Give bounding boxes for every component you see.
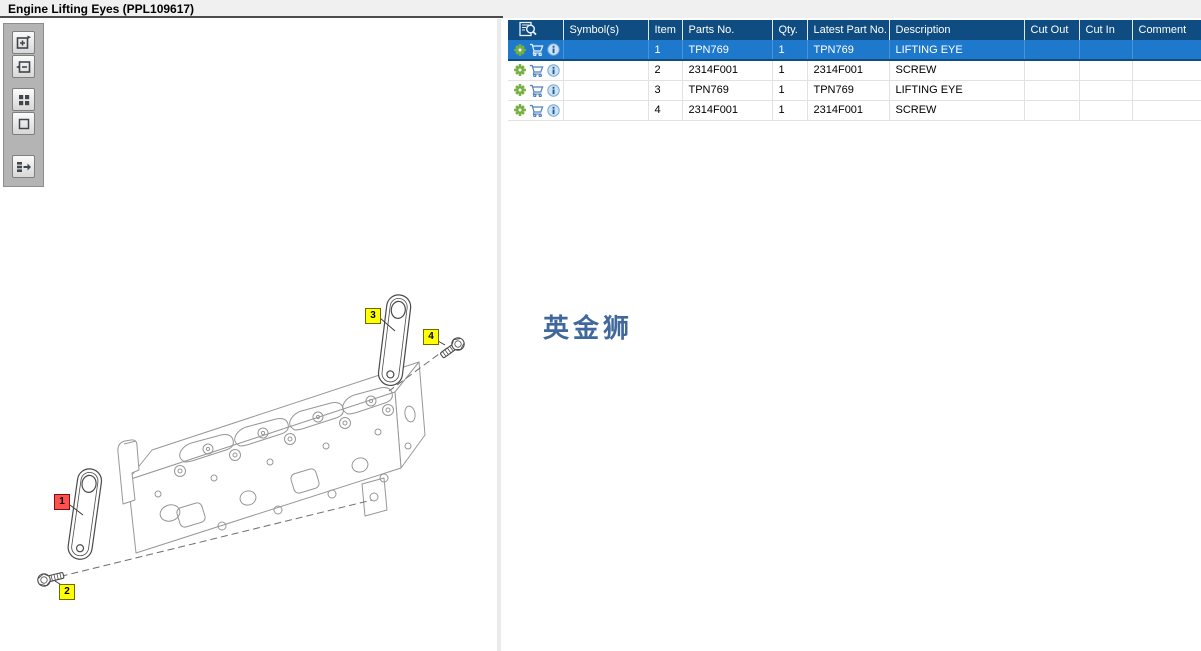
- fit-view-button[interactable]: [12, 112, 35, 135]
- engine-diagram: [37, 294, 466, 587]
- cell-symbols: [563, 100, 649, 121]
- zoom-out-button[interactable]: [12, 55, 35, 78]
- table-row[interactable]: 1 TPN769 1 TPN769 LIFTING EYE: [508, 40, 1201, 61]
- catalog-search-icon: [514, 21, 538, 37]
- table-row[interactable]: 4 2314F001 1 2314F001 SCREW: [508, 100, 1201, 121]
- column-header-cut-in[interactable]: Cut In: [1079, 20, 1133, 40]
- cell-cut-out: [1024, 40, 1080, 61]
- cell-qty: 1: [772, 80, 808, 101]
- cell-cut-in: [1079, 100, 1133, 121]
- cell-parts-no: TPN769: [682, 80, 773, 101]
- cart-icon[interactable]: [529, 104, 544, 117]
- cell-cut-out: [1024, 100, 1080, 121]
- callout-label-3[interactable]: 3: [365, 308, 381, 324]
- zoom-in-button[interactable]: [12, 31, 35, 54]
- cell-symbols: [563, 80, 649, 101]
- fit-view-icon: [16, 116, 32, 132]
- grid-view-button[interactable]: [12, 88, 35, 111]
- cell-cut-in: [1079, 80, 1133, 101]
- callout-label-2[interactable]: 2: [59, 584, 75, 600]
- cell-symbols: [563, 60, 649, 81]
- callout-label-4[interactable]: 4: [423, 329, 439, 345]
- zoom-in-icon: [15, 34, 32, 51]
- column-header-comment[interactable]: Comment: [1132, 20, 1201, 40]
- screw-4-part[interactable]: [438, 335, 466, 360]
- cell-description: SCREW: [889, 100, 1025, 121]
- diagram-toolbar: [3, 23, 44, 187]
- gear-icon[interactable]: [514, 43, 526, 56]
- info-icon[interactable]: [547, 83, 560, 97]
- cell-description: SCREW: [889, 60, 1025, 81]
- cart-icon[interactable]: [529, 64, 544, 77]
- table-row[interactable]: 2 2314F001 1 2314F001 SCREW: [508, 60, 1201, 81]
- title-underline: [0, 16, 503, 18]
- cell-comment: [1132, 40, 1201, 61]
- info-icon[interactable]: [547, 43, 560, 56]
- column-header-symbols[interactable]: Symbol(s): [563, 20, 649, 40]
- column-header-icons[interactable]: [508, 20, 564, 40]
- lifting-eye-1-part[interactable]: [67, 467, 103, 560]
- cell-item: 1: [648, 40, 683, 61]
- cart-icon[interactable]: [529, 43, 544, 56]
- cell-parts-no: TPN769: [682, 40, 773, 61]
- gear-icon[interactable]: [514, 104, 526, 116]
- cell-description: LIFTING EYE: [889, 80, 1025, 101]
- cell-description: LIFTING EYE: [889, 40, 1025, 61]
- column-header-description[interactable]: Description: [889, 20, 1025, 40]
- cell-comment: [1132, 80, 1201, 101]
- column-header-item[interactable]: Item: [648, 20, 683, 40]
- toggle-panel-icon: [15, 159, 32, 175]
- cell-parts-no: 2314F001: [682, 60, 773, 81]
- cell-latest-part-no: TPN769: [807, 40, 890, 61]
- cell-item: 3: [648, 80, 683, 101]
- table-header-row: Symbol(s) Item Parts No. Qty. Latest Par…: [508, 20, 1201, 40]
- cell-comment: [1132, 60, 1201, 81]
- cell-item: 4: [648, 100, 683, 121]
- gear-icon[interactable]: [514, 84, 526, 96]
- cell-parts-no: 2314F001: [682, 100, 773, 121]
- cell-latest-part-no: TPN769: [807, 80, 890, 101]
- panel-divider[interactable]: [497, 19, 501, 651]
- grid-view-icon: [16, 92, 32, 108]
- cell-qty: 1: [772, 40, 808, 61]
- parts-catalog-window: 1 2 3 4 英金狮 Engine Lifting Eyes (PPL1096…: [0, 0, 1201, 651]
- zoom-out-icon: [15, 58, 32, 75]
- column-header-latest-part-no[interactable]: Latest Part No.: [807, 20, 890, 40]
- table-row[interactable]: 3 TPN769 1 TPN769 LIFTING EYE: [508, 80, 1201, 101]
- column-header-parts-no[interactable]: Parts No.: [682, 20, 773, 40]
- column-header-qty[interactable]: Qty.: [772, 20, 808, 40]
- parts-table: Symbol(s) Item Parts No. Qty. Latest Par…: [508, 20, 1201, 121]
- cell-cut-out: [1024, 80, 1080, 101]
- cell-item: 2: [648, 60, 683, 81]
- info-icon[interactable]: [547, 103, 560, 117]
- page-title: Engine Lifting Eyes (PPL109617): [8, 2, 195, 16]
- callout-label-1[interactable]: 1: [54, 494, 70, 510]
- cell-comment: [1132, 100, 1201, 121]
- watermark-text: 英金狮: [543, 314, 634, 344]
- cell-symbols: [563, 40, 649, 61]
- cell-cut-in: [1079, 40, 1133, 61]
- info-icon[interactable]: [547, 64, 560, 77]
- cart-icon[interactable]: [529, 84, 544, 97]
- cell-cut-in: [1079, 60, 1133, 81]
- cell-qty: 1: [772, 60, 808, 81]
- toggle-panel-button[interactable]: [12, 155, 35, 178]
- column-header-cut-out[interactable]: Cut Out: [1024, 20, 1080, 40]
- cell-latest-part-no: 2314F001: [807, 60, 890, 81]
- cell-cut-out: [1024, 60, 1080, 81]
- gear-icon[interactable]: [514, 64, 526, 77]
- cell-latest-part-no: 2314F001: [807, 100, 890, 121]
- cell-qty: 1: [772, 100, 808, 121]
